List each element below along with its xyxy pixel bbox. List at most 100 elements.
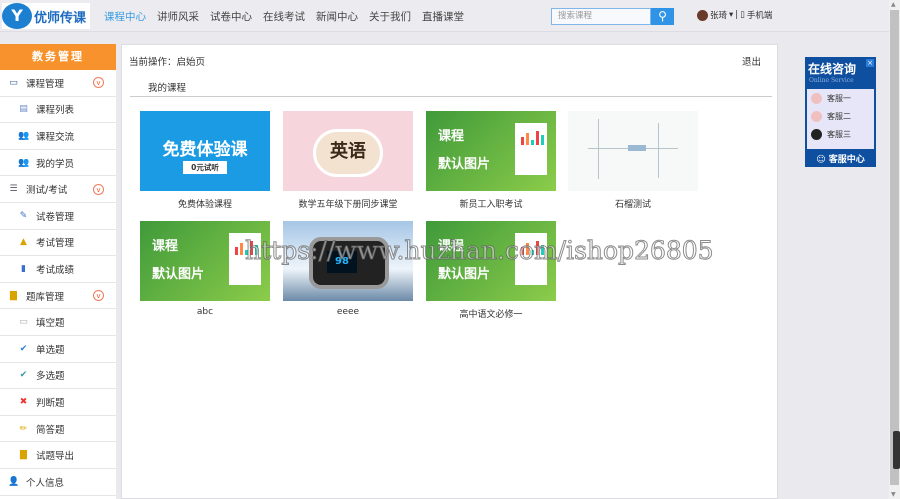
thumb-text: 默认图片 bbox=[438, 157, 491, 172]
sidebar-group[interactable]: ▭ 课程管理 v bbox=[0, 70, 116, 97]
mobile-link[interactable]: 手机端 bbox=[747, 9, 773, 21]
course-card[interactable]: 英语数学五年级下册同步课堂 bbox=[283, 111, 413, 210]
sidebar-item-label: 课程管理 bbox=[26, 78, 65, 90]
online-service-widget: 在线咨询 Online Service × 客服一 客服二 客服三 ☺ 客服中心 bbox=[805, 57, 876, 167]
logout-link[interactable]: 退出 bbox=[742, 54, 761, 68]
agent-link[interactable]: 客服三 bbox=[807, 126, 874, 143]
avatar bbox=[697, 9, 708, 21]
pencil-icon: ✏ bbox=[19, 423, 28, 434]
nav-item[interactable]: 直播课堂 bbox=[422, 9, 464, 24]
device-image: 98 bbox=[309, 237, 389, 289]
sidebar-item[interactable]: ▮ 考试成绩 bbox=[0, 256, 116, 283]
main-panel: 当前操作：启始页 退出 我的课程 免费体验课 0元试听 免费体验课程 英语 数学五年级下… bbox=[121, 44, 778, 499]
course-card[interactable]: 98 eeee bbox=[283, 221, 413, 317]
sidebar-item-label: 试题导出 bbox=[36, 451, 75, 463]
sidebar-item-label: 简答题 bbox=[36, 424, 65, 436]
caret-down-icon[interactable]: ▾ bbox=[729, 10, 733, 20]
chart-paper-icon bbox=[229, 233, 261, 285]
course-thumbnail[interactable]: 英语 bbox=[283, 111, 413, 191]
person-icon: 👤 bbox=[8, 476, 20, 487]
agent-link[interactable]: 客服一 bbox=[807, 90, 874, 107]
check-icon: ✔ bbox=[19, 343, 28, 354]
main-nav: 课程中心 讲师风采 试卷中心 在线考试 新闻中心 关于我们 直播课堂 bbox=[104, 9, 475, 24]
section-title: 我的课程 bbox=[130, 75, 772, 97]
service-center-label: 客服中心 bbox=[828, 155, 865, 165]
course-thumbnail[interactable]: 课程 默认图片 bbox=[426, 111, 556, 191]
logo-text: 优师传课 bbox=[34, 10, 87, 26]
exam-icon: ▲ bbox=[20, 237, 27, 248]
user-name[interactable]: 张琦 bbox=[710, 9, 727, 21]
course-card[interactable]: 课程 默认图片 abc bbox=[140, 221, 270, 317]
sidebar-item-label: 课程交流 bbox=[36, 131, 75, 143]
logo[interactable]: Y 优师传课 bbox=[2, 3, 91, 29]
sidebar-item[interactable]: ▭ 填空题 bbox=[0, 309, 116, 336]
nav-item[interactable]: 新闻中心 bbox=[316, 9, 358, 24]
course-thumbnail[interactable]: 课程 默认图片 bbox=[426, 221, 556, 301]
side-toolbar[interactable] bbox=[893, 431, 900, 469]
sidebar-item[interactable]: 👥 我的学员 bbox=[0, 150, 116, 177]
scrollbar[interactable]: ▲ ▼ bbox=[889, 0, 900, 499]
sidebar-item-label: 考试成绩 bbox=[36, 264, 75, 276]
thumb-text: 课程 bbox=[152, 239, 179, 254]
course-thumbnail[interactable]: 课程 默认图片 bbox=[140, 221, 270, 301]
user-menu[interactable]: 张琦 ▾ | ▯ 手机端 bbox=[697, 9, 772, 21]
service-center[interactable]: ☺ 客服中心 bbox=[805, 152, 876, 165]
search-button[interactable]: ⚲ bbox=[651, 8, 674, 25]
sidebar-item[interactable]: ▇ 试题导出 bbox=[0, 442, 116, 469]
nav-item[interactable]: 试卷中心 bbox=[210, 9, 252, 24]
nav-item[interactable]: 课程中心 bbox=[104, 9, 146, 24]
monitor-icon: ▭ bbox=[9, 77, 18, 88]
sidebar-item-label: 试卷管理 bbox=[36, 211, 75, 223]
users-icon: 👥 bbox=[18, 157, 30, 168]
course-title[interactable]: 高中语文必修一 bbox=[426, 307, 556, 320]
scroll-down-icon[interactable]: ▼ bbox=[891, 491, 896, 498]
multi-check-icon: ✔ bbox=[19, 370, 28, 381]
scrollbar-thumb[interactable] bbox=[890, 10, 899, 485]
course-thumbnail[interactable] bbox=[568, 111, 698, 191]
course-thumbnail[interactable]: 免费体验课 0元试听 bbox=[140, 111, 270, 191]
logo-icon: Y bbox=[2, 3, 32, 29]
sidebar-item-label: 判断题 bbox=[36, 397, 65, 409]
scroll-up-icon[interactable]: ▲ bbox=[891, 1, 896, 8]
nav-item[interactable]: 关于我们 bbox=[369, 9, 411, 24]
thumb-text: 课程 bbox=[438, 129, 465, 144]
sidebar-group[interactable]: ▇ 题库管理 v bbox=[0, 283, 116, 310]
sidebar-item[interactable]: ▲ 考试管理 bbox=[0, 230, 116, 257]
sidebar-item[interactable]: ✔ 单选题 bbox=[0, 336, 116, 363]
course-title[interactable]: 数学五年级下册同步课堂 bbox=[283, 197, 413, 210]
agent-link[interactable]: 客服二 bbox=[807, 108, 874, 125]
course-thumbnail[interactable]: 98 bbox=[283, 221, 413, 301]
book-icon: ▇ bbox=[10, 290, 17, 301]
sidebar-group[interactable]: ☰ 测试/考试 v bbox=[0, 176, 116, 203]
sidebar-item-label: 测试/考试 bbox=[26, 185, 68, 197]
close-icon[interactable]: × bbox=[866, 59, 874, 67]
chevron-down-icon[interactable]: v bbox=[93, 183, 104, 195]
sidebar-item-label: 考试管理 bbox=[36, 238, 75, 250]
course-card[interactable]: 石榴测试 bbox=[568, 111, 698, 210]
chevron-down-icon[interactable]: v bbox=[93, 290, 104, 302]
sidebar-item[interactable]: ✖ 判断题 bbox=[0, 389, 116, 416]
list-window-icon: ▤ bbox=[19, 104, 28, 115]
chat-subtitle: Online Service bbox=[809, 77, 854, 84]
course-title[interactable]: abc bbox=[140, 307, 270, 317]
course-title[interactable]: 新员工入职考试 bbox=[426, 197, 556, 210]
search-input[interactable]: 搜索课程 bbox=[551, 8, 651, 25]
sidebar-item[interactable]: 👥 课程交流 bbox=[0, 123, 116, 150]
thumb-text: 98 bbox=[327, 251, 357, 273]
sidebar-item[interactable]: ✏ 简答题 bbox=[0, 416, 116, 443]
course-title[interactable]: eeee bbox=[283, 307, 413, 317]
course-title[interactable]: 免费体验课程 bbox=[140, 197, 270, 210]
sidebar-group[interactable]: 👤 个人信息 bbox=[0, 469, 116, 496]
course-title[interactable]: 石榴测试 bbox=[568, 197, 698, 210]
nav-item[interactable]: 在线考试 bbox=[263, 9, 305, 24]
agent-name: 客服二 bbox=[827, 112, 851, 121]
course-card[interactable]: 课程 默认图片高中语文必修一 bbox=[426, 221, 556, 320]
course-card[interactable]: 课程默认图片新员工入职考试 bbox=[426, 111, 556, 210]
course-card[interactable]: 免费体验课 0元试听免费体验课程 bbox=[140, 111, 270, 210]
sidebar-item[interactable]: ✎ 试卷管理 bbox=[0, 203, 116, 230]
nav-item[interactable]: 讲师风采 bbox=[157, 9, 199, 24]
qq-penguin-icon bbox=[811, 129, 822, 140]
sidebar-item[interactable]: ✔ 多选题 bbox=[0, 363, 116, 390]
chevron-down-icon[interactable]: v bbox=[93, 77, 104, 89]
sidebar-item[interactable]: ▤ 课程列表 bbox=[0, 97, 116, 124]
